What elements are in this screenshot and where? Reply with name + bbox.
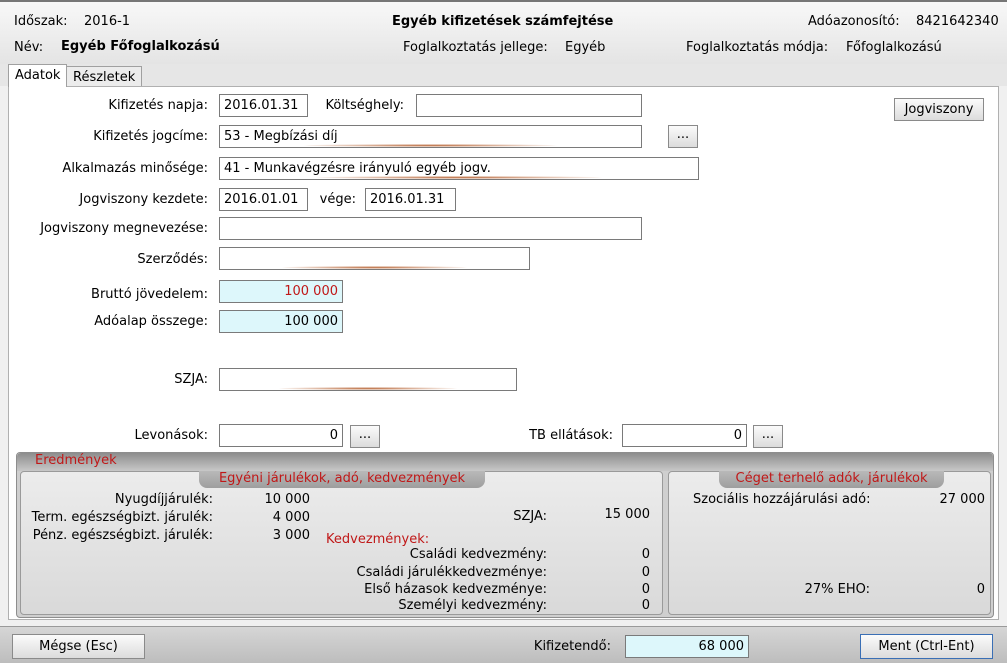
szja-label: SZJA: bbox=[174, 372, 208, 387]
individual-contributions-panel: Egyéni járulékok, adó, kedvezmények Nyug… bbox=[20, 471, 663, 615]
employment-quality-label: Alkalmazás minősége: bbox=[62, 161, 208, 176]
eho-value: 0 bbox=[976, 582, 985, 597]
relation-start-field[interactable]: 2016.01.01 bbox=[219, 188, 308, 211]
contract-field[interactable] bbox=[219, 247, 530, 270]
social-tax-value: 27 000 bbox=[939, 492, 986, 507]
tb-lookup-button[interactable]: ... bbox=[753, 425, 783, 448]
employment-type-value: Egyéb bbox=[565, 40, 606, 55]
first-marriage-value: 0 bbox=[641, 582, 650, 597]
family-allowance-value: 0 bbox=[641, 547, 650, 562]
contract-label: Szerződés: bbox=[137, 252, 208, 267]
first-marriage-label: Első házasok kedvezménye: bbox=[364, 582, 547, 597]
employment-quality-field[interactable]: 41 - Munkavégzésre irányuló egyéb jogv. bbox=[219, 157, 699, 180]
szja-result-label: SZJA: bbox=[513, 509, 547, 524]
health-cash-value: 3 000 bbox=[272, 528, 310, 543]
cost-center-field[interactable] bbox=[416, 94, 642, 117]
results-group: Eredmények Egyéni járulékok, adó, kedvez… bbox=[16, 452, 994, 618]
relation-start-label: Jogviszony kezdete: bbox=[79, 192, 208, 207]
personal-allowance-value: 0 bbox=[641, 598, 650, 613]
field-underline bbox=[281, 266, 468, 269]
employer-contributions-panel: Céget terhelő adók, járulékok Szociális … bbox=[668, 471, 991, 615]
relation-name-field[interactable] bbox=[219, 217, 642, 240]
legal-relation-button[interactable]: Jogviszony bbox=[894, 98, 984, 121]
name-label: Név: bbox=[14, 40, 44, 55]
family-allowance-label: Családi kedvezmény: bbox=[409, 547, 547, 562]
tab-reszletek[interactable]: Részletek bbox=[66, 66, 143, 86]
header-bar: Időszak: 2016-1 Egyéb kifizetések számfe… bbox=[0, 0, 1007, 64]
net-pay-label: Kifizetendő: bbox=[533, 639, 611, 654]
personal-allowance-label: Személyi kedvezmény: bbox=[398, 598, 547, 613]
szja-result-value: 15 000 bbox=[604, 507, 651, 522]
health-in-kind-value: 4 000 bbox=[272, 510, 310, 525]
employment-quality-value: 41 - Munkavégzésre irányuló egyéb jogv. bbox=[224, 161, 491, 176]
relation-end-field[interactable]: 2016.01.31 bbox=[365, 188, 456, 211]
social-tax-label: Szociális hozzájárulási adó: bbox=[693, 492, 871, 507]
payment-title-lookup-button[interactable]: ... bbox=[668, 125, 698, 148]
employer-panel-title: Céget terhelő adók, járulékok bbox=[719, 471, 944, 488]
payment-date-field[interactable]: 2016.01.31 bbox=[219, 94, 308, 117]
employment-mode-label: Foglalkoztatás módja: bbox=[686, 40, 829, 55]
deductions-field[interactable]: 0 bbox=[219, 424, 343, 447]
payment-date-label: Kifizetés napja: bbox=[108, 98, 208, 113]
employment-type-label: Foglalkoztatás jellege: bbox=[403, 40, 548, 55]
employment-mode-value: Főfoglalkozású bbox=[846, 40, 942, 55]
individual-panel-title: Egyéni járulékok, adó, kedvezmények bbox=[199, 471, 485, 488]
family-contrib-allowance-value: 0 bbox=[641, 565, 650, 580]
allowances-title: Kedvezmények: bbox=[326, 532, 430, 547]
window-title: Egyéb kifizetések számfejtése bbox=[392, 14, 614, 29]
period-value: 2016-1 bbox=[84, 14, 131, 29]
save-button[interactable]: Ment (Ctrl-Ent) bbox=[860, 634, 993, 659]
name-value: Egyéb Főfoglalkozású bbox=[61, 39, 220, 54]
results-title: Eredmények bbox=[35, 453, 117, 468]
eho-label: 27% EHO: bbox=[804, 582, 870, 597]
tb-field[interactable]: 0 bbox=[622, 424, 747, 447]
field-underline bbox=[279, 387, 457, 390]
payment-title-field[interactable]: 53 - Megbízási díj bbox=[219, 125, 642, 148]
tab-strip bbox=[0, 64, 1007, 86]
tax-id-value: 8421642340 bbox=[916, 14, 999, 29]
health-cash-label: Pénz. egészségbizt. járulék: bbox=[32, 528, 213, 543]
cancel-button[interactable]: Mégse (Esc) bbox=[12, 634, 145, 659]
payment-title-label: Kifizetés jogcíme: bbox=[93, 129, 208, 144]
field-underline bbox=[304, 144, 557, 147]
pension-label: Nyugdíjjárulék: bbox=[114, 492, 213, 507]
pension-value: 10 000 bbox=[264, 492, 311, 507]
period-label: Időszak: bbox=[14, 14, 68, 29]
payment-title-value: 53 - Megbízási díj bbox=[224, 129, 338, 144]
tax-id-label: Adóazonosító: bbox=[808, 14, 900, 29]
net-pay-field: 68 000 bbox=[625, 635, 749, 658]
tb-label: TB ellátások: bbox=[529, 428, 613, 443]
family-contrib-allowance-label: Családi járulékkedvezménye: bbox=[356, 565, 548, 580]
deductions-label: Levonások: bbox=[134, 428, 209, 443]
relation-name-label: Jogviszony megnevezése: bbox=[40, 221, 208, 236]
health-in-kind-label: Term. egészségbizt. járulék: bbox=[31, 510, 213, 525]
deductions-lookup-button[interactable]: ... bbox=[350, 425, 380, 448]
relation-end-label: vége: bbox=[319, 192, 356, 207]
results-title-bar bbox=[17, 453, 993, 471]
gross-income-field[interactable]: 100 000 bbox=[219, 280, 343, 303]
gross-income-label: Bruttó jövedelem: bbox=[91, 287, 208, 302]
szja-field[interactable] bbox=[219, 368, 517, 391]
tax-base-label: Adóalap összege: bbox=[94, 314, 208, 329]
tab-adatok[interactable]: Adatok bbox=[8, 64, 68, 87]
tax-base-field[interactable]: 100 000 bbox=[219, 310, 343, 333]
field-underline bbox=[315, 176, 603, 179]
cost-center-label: Költséghely: bbox=[325, 98, 404, 113]
